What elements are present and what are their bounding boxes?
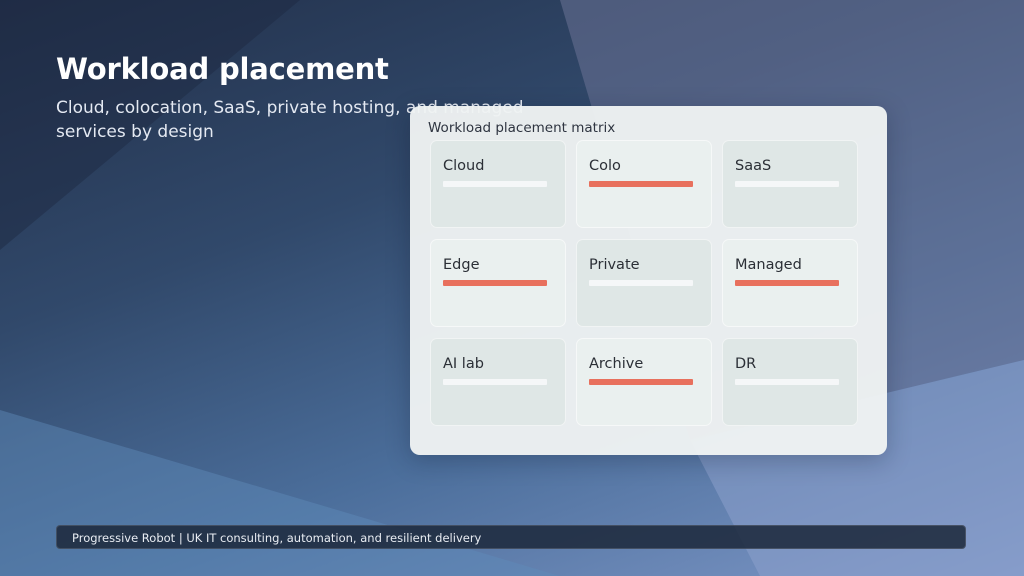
placement-matrix-panel: Workload placement matrix Cloud Colo Saa… — [410, 106, 887, 455]
matrix-tile-cloud: Cloud — [430, 140, 566, 228]
matrix-tile-archive: Archive — [576, 338, 712, 426]
matrix-title: Workload placement matrix — [428, 120, 616, 136]
matrix-tile-edge: Edge — [430, 239, 566, 327]
matrix-tile-dr: DR — [722, 338, 858, 426]
tile-bar — [735, 379, 839, 385]
footer-bar: Progressive Robot | UK IT consulting, au… — [56, 525, 966, 549]
tile-label: SaaS — [735, 158, 772, 174]
tile-bar — [443, 181, 547, 187]
tile-label: Archive — [589, 356, 644, 372]
tile-bar — [589, 280, 693, 286]
matrix-grid: Cloud Colo SaaS Edge Private Managed AI … — [430, 140, 858, 426]
page-title: Workload placement — [56, 52, 389, 86]
matrix-tile-saas: SaaS — [722, 140, 858, 228]
tile-bar — [443, 379, 547, 385]
tile-label: Cloud — [443, 158, 485, 174]
tile-label: DR — [735, 356, 757, 372]
tile-label: Managed — [735, 257, 802, 273]
matrix-tile-colo: Colo — [576, 140, 712, 228]
tile-bar — [589, 379, 693, 385]
tile-bar — [735, 280, 839, 286]
matrix-tile-ai-lab: AI lab — [430, 338, 566, 426]
tile-bar — [443, 280, 547, 286]
matrix-tile-managed: Managed — [722, 239, 858, 327]
tile-bar — [589, 181, 693, 187]
tile-label: Private — [589, 257, 640, 273]
tile-label: Edge — [443, 257, 480, 273]
matrix-tile-private: Private — [576, 239, 712, 327]
tile-label: AI lab — [443, 356, 484, 372]
tile-label: Colo — [589, 158, 621, 174]
tile-bar — [735, 181, 839, 187]
footer-text: Progressive Robot | UK IT consulting, au… — [72, 531, 482, 545]
